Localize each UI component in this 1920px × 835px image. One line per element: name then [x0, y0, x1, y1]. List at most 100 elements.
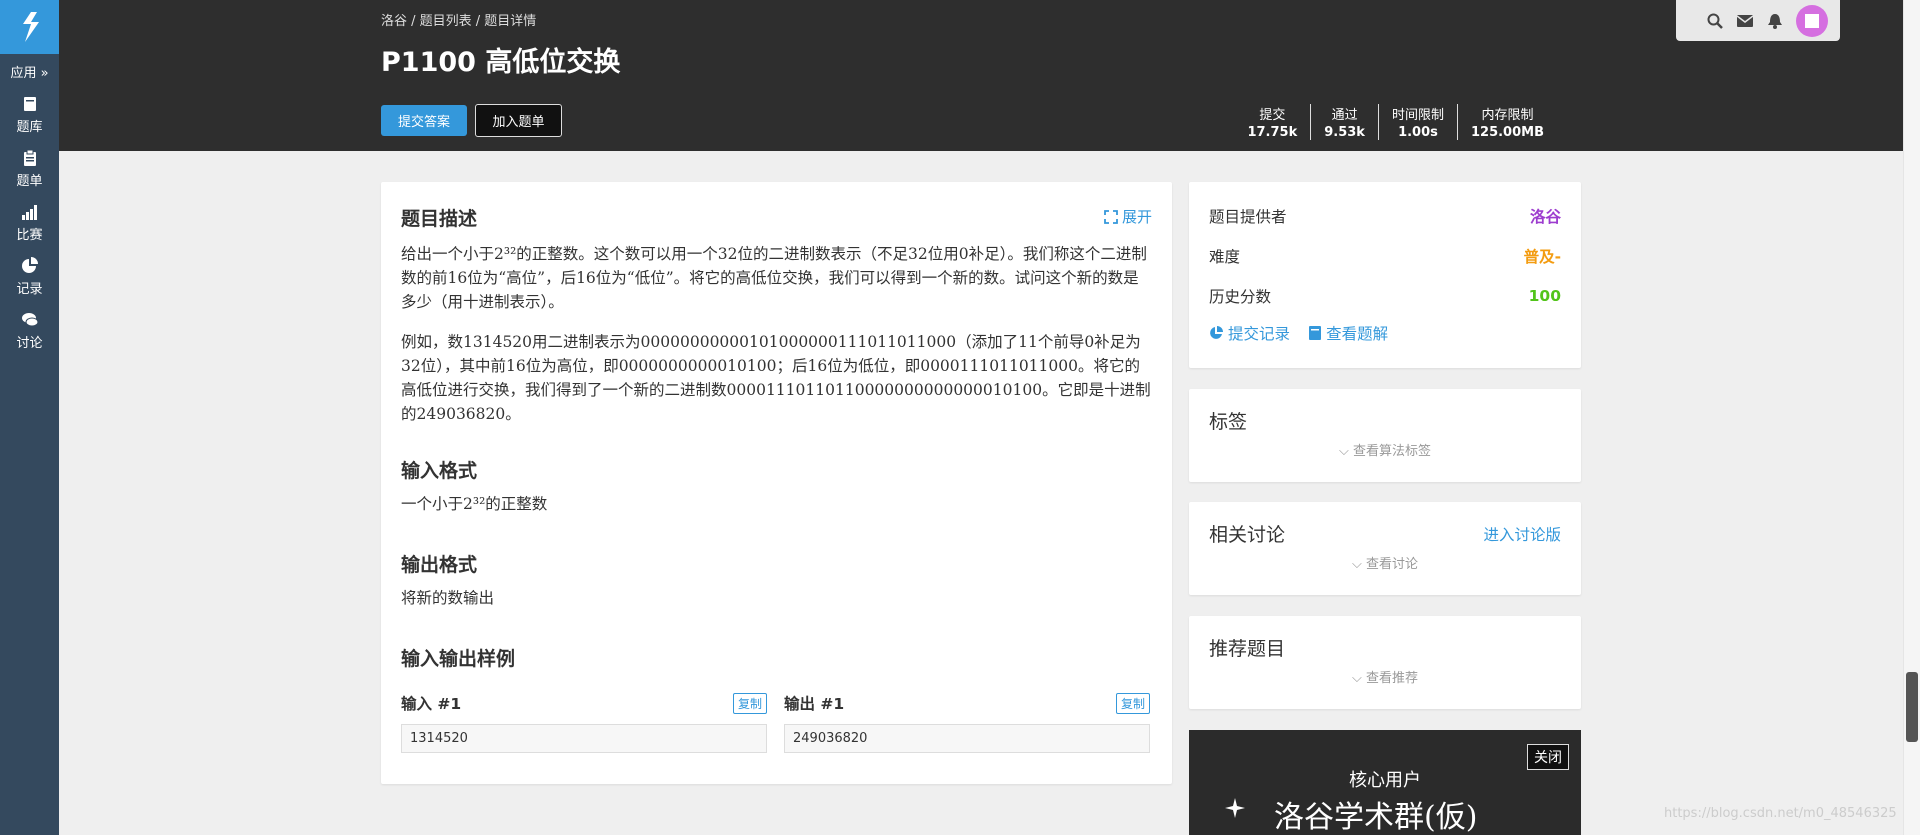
copy-output-button[interactable]: 复制 [1115, 692, 1150, 714]
sample-input-header: 输入 #1 复制 [401, 692, 767, 714]
submit-answer-button[interactable]: 提交答案 [381, 105, 467, 136]
difficulty-row: 难度 普及- [1209, 236, 1561, 276]
apps-menu-label[interactable]: 应用 » [0, 62, 59, 81]
recommend-title: 推荐题目 [1209, 638, 1286, 660]
view-recommend-label: 查看推荐 [1365, 671, 1418, 686]
avatar-pattern [1805, 13, 1819, 28]
output-format-text: 将新的数输出 [401, 589, 495, 607]
expand-button[interactable]: 展开 [1104, 206, 1152, 227]
clipboard-icon [21, 149, 39, 167]
discussion-title: 相关讨论 [1209, 524, 1286, 546]
sidebar-item-label: 题库 [16, 120, 43, 135]
provider-row: 题目提供者 洛谷 [1209, 196, 1561, 236]
avatar[interactable] [1796, 4, 1828, 37]
stat-value: 17.75k [1247, 125, 1298, 140]
bell-icon[interactable] [1766, 12, 1784, 30]
stat-time-limit: 时间限制 1.00s [1377, 104, 1457, 140]
output-format-heading: 输出格式 [401, 554, 478, 576]
score-row: 历史分数 100 [1209, 276, 1561, 316]
close-banner-button[interactable]: 关闭 [1527, 744, 1569, 770]
expand-icon [1104, 209, 1118, 224]
watermark: https://blog.csdn.net/m0_48546325 [1664, 806, 1897, 821]
view-recommend-toggle[interactable]: ⌵ 查看推荐 [1209, 667, 1561, 686]
view-discussion-toggle[interactable]: ⌵ 查看讨论 [1209, 553, 1561, 572]
chevron-down-icon: ⌵ [1351, 557, 1366, 572]
chevron-down-icon: ⌵ [1338, 444, 1353, 459]
problem-info-card: 题目提供者 洛谷 难度 普及- 历史分数 100 提交记录 查看题解 [1189, 182, 1581, 368]
view-tags-toggle[interactable]: ⌵ 查看算法标签 [1209, 440, 1561, 459]
provider-label: 题目提供者 [1209, 208, 1287, 226]
luogu-logo-icon[interactable] [0, 0, 59, 54]
bar-chart-icon [21, 203, 39, 221]
sample-output-box[interactable]: 249036820 [784, 724, 1150, 753]
description-heading: 题目描述 [401, 208, 478, 230]
sidebar-item-label: 题单 [16, 174, 43, 189]
input-format-text: 一个小于2³²的正整数 [401, 495, 548, 513]
stat-value: 125.00MB [1470, 125, 1544, 140]
user-toolbar [1676, 0, 1840, 41]
problem-content-card: 题目描述 展开 给出一个小于2³²的正整数。这个数可以用一个32位的二进制数表示… [381, 182, 1172, 784]
view-solutions-label: 查看题解 [1326, 325, 1389, 343]
tags-title: 标签 [1209, 411, 1248, 433]
sample-output-block: 输出 #1 复制 249036820 [784, 692, 1150, 753]
copy-input-button[interactable]: 复制 [732, 692, 767, 714]
problem-stats: 提交 17.75k 通过 9.53k 时间限制 1.00s 内存限制 125.00MB [1234, 104, 1557, 140]
stat-memory-limit: 内存限制 125.00MB [1456, 104, 1557, 140]
discussion-header: 相关讨论 进入讨论版 [1209, 520, 1561, 547]
breadcrumb[interactable]: 洛谷 / 题目列表 / 题目详情 [381, 10, 536, 29]
sparkle-icon [1225, 798, 1245, 818]
banner-subtitle: 核心用户 [1349, 770, 1421, 791]
banner-title: 洛谷学术群(仮) [1274, 800, 1478, 835]
sample-input-box[interactable]: 1314520 [401, 724, 767, 753]
sample-output-label: 输出 #1 [784, 695, 845, 713]
view-discussion-label: 查看讨论 [1365, 557, 1418, 572]
difficulty-value: 普及- [1523, 248, 1561, 266]
sidebar-item-contests[interactable]: 比赛 [0, 203, 59, 243]
stat-value: 9.53k [1324, 125, 1365, 140]
sidebar-item-problem-lists[interactable]: 题单 [0, 149, 59, 189]
description-paragraph-1: 给出一个小于2³²的正整数。这个数可以用一个32位的二进制数表示（不足32位用0… [401, 245, 1147, 311]
promo-banner[interactable]: 关闭 核心用户 洛谷学术群(仮) [1189, 730, 1581, 835]
sample-input-block: 输入 #1 复制 1314520 [401, 692, 767, 753]
stat-label: 提交 [1259, 108, 1286, 123]
score-value: 100 [1528, 287, 1561, 305]
submission-records-link[interactable]: 提交记录 [1209, 322, 1290, 344]
stat-label: 内存限制 [1481, 108, 1534, 123]
envelope-icon[interactable] [1736, 12, 1754, 30]
samples-heading: 输入输出样例 [401, 648, 516, 670]
sidebar-item-label: 讨论 [16, 336, 43, 351]
sidebar-item-problems[interactable]: 题库 [0, 95, 59, 135]
scrollbar-thumb[interactable] [1906, 672, 1918, 742]
stat-value: 1.00s [1398, 125, 1438, 140]
view-solutions-link[interactable]: 查看题解 [1309, 322, 1388, 344]
enter-discussion-link[interactable]: 进入讨论版 [1483, 523, 1561, 545]
book-icon [21, 95, 39, 113]
stat-label: 时间限制 [1391, 108, 1444, 123]
problem-header: 洛谷 / 题目列表 / 题目详情 P1100 高低位交换 提交答案 加入题单 提… [59, 0, 1903, 151]
sidebar-item-records[interactable]: 记录 [0, 257, 59, 297]
pie-chart-icon [21, 257, 39, 275]
search-icon[interactable] [1706, 12, 1724, 30]
sidebar: 应用 » 题库 题单 比赛 记录 讨论 [0, 0, 59, 835]
expand-label: 展开 [1121, 208, 1152, 226]
sidebar-item-label: 记录 [16, 282, 43, 297]
stat-label: 通过 [1331, 108, 1358, 123]
sample-output-header: 输出 #1 复制 [784, 692, 1150, 714]
add-to-list-button[interactable]: 加入题单 [475, 104, 562, 137]
page-scrollbar[interactable] [1903, 0, 1920, 835]
pie-chart-icon [1210, 326, 1223, 339]
chevron-down-icon: ⌵ [1351, 671, 1366, 686]
sidebar-item-discuss[interactable]: 讨论 [0, 311, 59, 351]
sample-input-label: 输入 #1 [401, 695, 462, 713]
tags-card: 标签 ⌵ 查看算法标签 [1189, 389, 1581, 482]
description-paragraph-2: 例如，数1314520用二进制表示为0000000000010100000011… [401, 333, 1151, 423]
recommend-card: 推荐题目 ⌵ 查看推荐 [1189, 616, 1581, 709]
difficulty-label: 难度 [1209, 248, 1241, 266]
submission-records-label: 提交记录 [1228, 325, 1291, 343]
sidebar-item-label: 比赛 [16, 228, 43, 243]
score-label: 历史分数 [1209, 288, 1272, 306]
book-icon [1309, 326, 1322, 340]
stat-accepted: 通过 9.53k [1310, 104, 1378, 140]
provider-value[interactable]: 洛谷 [1530, 205, 1561, 227]
info-links: 提交记录 查看题解 [1209, 322, 1561, 344]
